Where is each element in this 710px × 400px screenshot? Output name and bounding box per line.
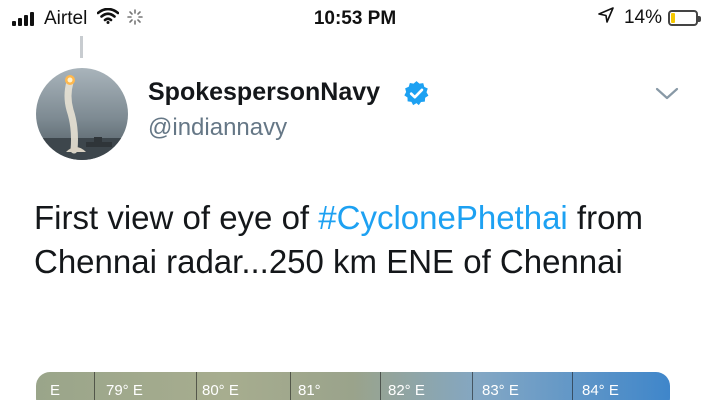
radar-image[interactable]: E 79° E 80° E 81° 82° E 83° E 84° E (36, 372, 670, 400)
location-arrow-icon (598, 7, 614, 29)
hashtag-link[interactable]: #CyclonePhethai (318, 199, 568, 236)
longitude-line (380, 372, 381, 400)
tweet-text-intro: First view of eye of (34, 199, 319, 236)
longitude-line (572, 372, 573, 400)
avatar[interactable] (36, 68, 128, 160)
longitude-label: 81° (298, 382, 321, 399)
longitude-label: E (50, 382, 61, 399)
chevron-down-icon[interactable] (655, 86, 679, 102)
battery-percent: 14% (623, 7, 662, 28)
battery-icon (668, 10, 701, 26)
battery-fill (671, 13, 675, 23)
thread-connector-line (80, 36, 83, 58)
longitude-label: 82° E (388, 382, 425, 399)
longitude-label: 80° E (202, 382, 239, 399)
longitude-label: 79° E (106, 382, 143, 399)
user-handle[interactable]: @indiannavy (148, 114, 287, 142)
longitude-line (290, 372, 291, 400)
display-name[interactable]: SpokespersonNavy (148, 78, 380, 107)
status-bar-right: 14% (598, 7, 701, 29)
longitude-line (94, 372, 95, 400)
status-bar: Airtel 10:53 PM 14% (0, 0, 710, 38)
longitude-line (196, 372, 197, 400)
longitude-line (472, 372, 473, 400)
longitude-label: 84° E (582, 382, 619, 399)
longitude-label: 83° E (482, 382, 519, 399)
verified-badge-icon (404, 81, 429, 106)
tweet-screen: Airtel 10:53 PM 14% SpokespersonNavy @in… (0, 0, 710, 400)
missile-launch-photo (36, 75, 128, 160)
tweet-text: First view of eye of #CyclonePhethai fro… (34, 196, 674, 284)
